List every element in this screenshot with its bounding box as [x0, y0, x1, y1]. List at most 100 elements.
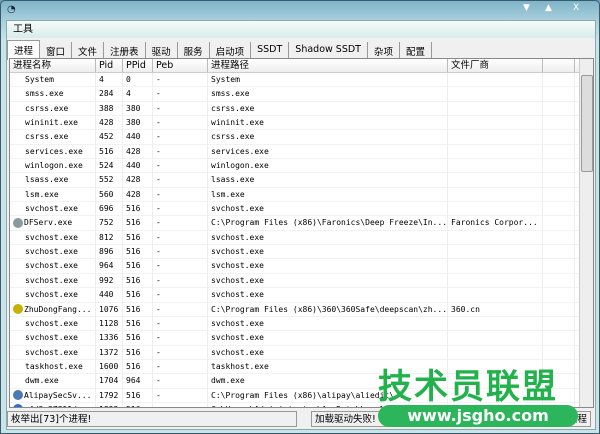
tab-0[interactable]: 进程: [7, 40, 41, 60]
table-row[interactable]: svchost.exe 1128 516 - svchost.exe: [10, 316, 593, 332]
table-row[interactable]: winlogon.exe 524 440 - winlogon.exe: [10, 159, 593, 174]
cell-empty: [543, 173, 575, 187]
table-row[interactable]: AlipaySecSv... 1792 516 - C:\Program Files (…: [10, 388, 593, 403]
cell-0: lsm.exe: [10, 187, 96, 202]
process-list: 进程名称 Pid PPid Peb 进程路径 文件厂商 System 4 0 - System sm…: [9, 58, 594, 408]
table-row[interactable]: svchost.exe 964 516 - svchost.exe: [10, 259, 593, 274]
cell-text: -: [156, 347, 161, 357]
minimize-button[interactable]: ▼: [523, 3, 530, 13]
cell-text: -: [156, 75, 161, 84]
cell-2: 428: [123, 144, 153, 159]
column-header-0[interactable]: 进程名称: [10, 59, 96, 72]
cell-text: -: [156, 361, 161, 371]
process-icon: [13, 304, 23, 314]
tab-6[interactable]: 启动项: [210, 42, 252, 58]
column-header-3[interactable]: Peb: [153, 59, 208, 72]
table-row[interactable]: svchost.exe 1336 516 - svchost.exe: [10, 331, 593, 346]
cell-2: 380: [123, 101, 153, 116]
cell-text: svchost.exe: [211, 290, 264, 300]
table-row[interactable]: lsass.exe 552 428 - lsass.exe: [10, 173, 593, 188]
cell-text: C:\Program Files (x86)\Faronics\Deep Fre…: [211, 218, 448, 228]
table-row[interactable]: taskhost.exe 1600 516 - taskhost.exe: [10, 359, 593, 375]
cell-text: -: [156, 405, 161, 407]
tab-5[interactable]: 服务: [178, 42, 210, 58]
cell-5: [448, 116, 543, 130]
cell-0: ZhuDongFang...: [10, 302, 96, 316]
cell-text: 516: [126, 247, 141, 257]
vertical-scrollbar[interactable]: [579, 59, 593, 407]
table-row[interactable]: svchost.exe 440 516 - svchost.exe: [10, 288, 593, 303]
cell-text: dwm.exe: [211, 376, 245, 386]
cell-text: 896: [99, 247, 114, 257]
cell-text: smss.exe: [25, 89, 64, 99]
tab-9[interactable]: 杂项: [368, 42, 400, 58]
column-header-2[interactable]: PPid: [123, 59, 153, 72]
table-row[interactable]: DFServ.exe 752 516 - C:\Program Files (x86)\…: [10, 216, 593, 231]
tab-10[interactable]: 配置: [400, 42, 433, 58]
cell-text: svchost.exe: [25, 247, 78, 257]
cell-4: C:\Users\Administrator\AppData\Local\...: [208, 402, 448, 407]
table-row[interactable]: svchost.exe 992 516 - svchost.exe: [10, 273, 593, 289]
column-header-5[interactable]: 文件厂商: [448, 59, 543, 72]
cell-2: 428: [123, 187, 153, 202]
cell-text: 516: [126, 347, 141, 357]
cell-text: wininit.exe: [25, 118, 78, 128]
tab-8[interactable]: Shadow SSDT: [289, 42, 368, 58]
cell-text: 516: [126, 290, 141, 300]
table-row[interactable]: csrss.exe 388 380 - csrss.exe: [10, 101, 593, 117]
cell-2: 0: [123, 73, 153, 87]
column-header-4[interactable]: 进程路径: [208, 59, 448, 72]
table-row[interactable]: lsm.exe 560 428 - lsm.exe: [10, 187, 593, 203]
menu-tools[interactable]: 工具: [13, 24, 33, 35]
column-header-6[interactable]: [543, 59, 575, 72]
table-row[interactable]: System 4 0 - System: [10, 73, 593, 88]
cell-2: 516: [123, 245, 153, 259]
table-row[interactable]: a4d3c27311d... 1892 516 - C:\Users\Administr…: [10, 402, 593, 407]
cell-2: 516: [123, 402, 153, 407]
maximize-button[interactable]: ▲: [545, 3, 552, 13]
cell-text: 452: [99, 132, 114, 142]
title-bar: ◔ ▼ ▲ X: [1, 1, 599, 19]
cell-text: wininit.exe: [211, 118, 264, 128]
cell-text: Faronics Corpor...: [451, 218, 538, 228]
table-row[interactable]: ZhuDongFang... 1076 516 - C:\Program Files (…: [10, 302, 593, 317]
table-row[interactable]: svchost.exe 1372 516 - svchost.exe: [10, 345, 593, 360]
cell-empty: [543, 187, 575, 202]
refresh-process-button[interactable]: 刷新进程: [481, 411, 591, 427]
table-row[interactable]: svchost.exe 812 516 - svchost.exe: [10, 230, 593, 246]
cell-0: DFServ.exe: [10, 216, 96, 230]
cell-3: -: [153, 187, 208, 202]
cell-2: 516: [123, 316, 153, 331]
cell-text: 516: [126, 232, 141, 242]
table-row[interactable]: wininit.exe 428 380 - wininit.exe: [10, 116, 593, 131]
tab-4[interactable]: 驱动: [146, 42, 178, 58]
cell-text: csrss.exe: [211, 132, 255, 142]
cell-3: -: [153, 130, 208, 144]
cell-text: svchost.exe: [25, 232, 78, 242]
column-header-1[interactable]: Pid: [96, 59, 123, 72]
cell-empty: [543, 159, 575, 173]
cell-text: -: [156, 146, 161, 156]
table-row[interactable]: svchost.exe 896 516 - svchost.exe: [10, 245, 593, 260]
cell-text: AlipaySecSv...: [24, 390, 92, 400]
cell-text: csrss.exe: [25, 132, 69, 142]
tab-1[interactable]: 窗口: [40, 42, 73, 58]
table-row[interactable]: dwm.exe 1704 964 - dwm.exe: [10, 374, 593, 389]
cell-1: 560: [96, 187, 123, 202]
tab-7[interactable]: SSDT: [251, 42, 290, 58]
table-row[interactable]: csrss.exe 452 440 - csrss.exe: [10, 130, 593, 145]
cell-1: 1336: [96, 331, 123, 345]
cell-5: [448, 187, 543, 202]
cell-2: 4: [123, 87, 153, 101]
cell-3: -: [153, 388, 208, 402]
cell-3: -: [153, 216, 208, 230]
table-row[interactable]: services.exe 516 428 - services.exe: [10, 144, 593, 160]
tab-2[interactable]: 文件: [72, 42, 105, 58]
cell-text: 4: [99, 75, 104, 84]
close-button[interactable]: X: [573, 3, 579, 13]
scrollbar-thumb[interactable]: [581, 75, 593, 172]
cell-text: 1372: [99, 347, 119, 357]
table-row[interactable]: svchost.exe 696 516 - svchost.exe: [10, 202, 593, 217]
tab-3[interactable]: 注册表: [104, 42, 146, 58]
table-row[interactable]: smss.exe 284 4 - smss.exe: [10, 87, 593, 102]
